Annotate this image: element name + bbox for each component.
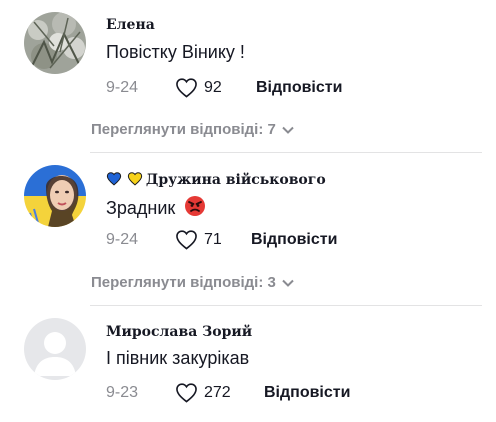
comment-date: 9-24 — [106, 231, 139, 248]
heart-outline-icon — [176, 78, 197, 98]
view-replies-button[interactable]: Переглянути відповіді: 7 — [91, 121, 294, 138]
avatar[interactable] — [24, 12, 86, 74]
comment-text: І півник закурікав — [106, 348, 250, 368]
comment-date: 9-24 — [106, 79, 139, 96]
divider — [90, 305, 482, 306]
like-count: 71 — [204, 230, 222, 248]
angry-face-icon — [184, 195, 206, 222]
author-name: Дружина військового — [145, 172, 326, 188]
comment-text: Повістку Вінику ! — [106, 42, 245, 62]
avatar[interactable] — [24, 318, 86, 380]
comment-text-body: Зрадник — [106, 198, 176, 218]
divider — [90, 152, 482, 153]
reply-button[interactable]: Відповісти — [256, 79, 342, 97]
comment-date: 9-23 — [106, 384, 139, 401]
avatar[interactable] — [24, 165, 86, 227]
default-avatar-icon — [24, 318, 86, 380]
comment-text: Зрадник — [106, 195, 206, 222]
chevron-down-icon — [282, 126, 294, 134]
view-replies-label: Переглянути відповіді: 3 — [91, 274, 276, 291]
comment-author[interactable]: Дружина військового — [106, 171, 326, 190]
comment-author[interactable]: Мирослава Зорий — [106, 324, 252, 340]
chevron-down-icon — [282, 279, 294, 287]
yellow-heart-icon — [127, 172, 143, 186]
heart-outline-icon — [176, 383, 197, 403]
like-button[interactable]: 92 — [175, 77, 222, 98]
author-heart-icons — [106, 171, 143, 190]
like-count: 272 — [204, 383, 231, 401]
reply-button[interactable]: Відповісти — [264, 384, 350, 402]
comment-author[interactable]: Елена — [106, 17, 155, 33]
blue-heart-icon — [106, 172, 122, 186]
heart-outline-icon — [176, 230, 197, 250]
like-button[interactable]: 272 — [175, 382, 231, 403]
view-replies-button[interactable]: Переглянути відповіді: 3 — [91, 274, 294, 291]
reply-button[interactable]: Відповісти — [251, 231, 337, 249]
view-replies-label: Переглянути відповіді: 7 — [91, 121, 276, 138]
like-count: 92 — [204, 78, 222, 96]
like-button[interactable]: 71 — [175, 229, 222, 250]
